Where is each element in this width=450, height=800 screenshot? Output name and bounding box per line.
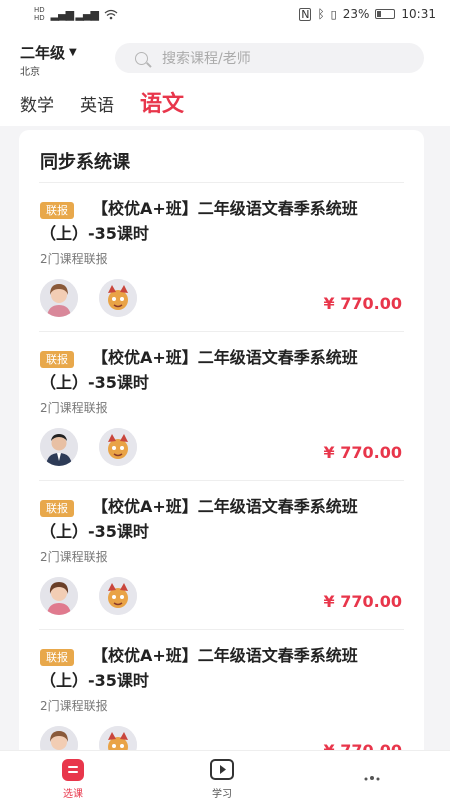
city-label: 北京 <box>20 67 40 78</box>
vibrate-icon: ▯ <box>330 7 337 21</box>
course-item[interactable]: 【校优A+班】二年级语文春季系统班（上）-35课时 联报 2门课程联报 ¥ 77… <box>19 182 424 331</box>
course-title: 【校优A+班】二年级语文春季系统班（上）-35课时 <box>40 497 358 541</box>
tab-profile[interactable] <box>332 758 412 785</box>
battery-icon <box>375 9 396 19</box>
bottom-tab-bar: 选课 学习 <box>0 750 450 800</box>
battery-percent: 23% <box>342 7 370 21</box>
status-right: N ᛒ ▯ 23% 10:31 <box>299 7 436 21</box>
caret-down-icon: ▼ <box>69 47 77 58</box>
status-bar: HD HD ▂▄▆ ▂▄▆ N ᛒ ▯ 23% 10:31 <box>0 0 450 28</box>
course-item[interactable]: 【校优A+班】二年级语文春季系统班（上）-35课时 联报 2门课程联报 ¥ 77… <box>19 331 424 480</box>
course-price: ¥ 770.00 <box>323 294 402 313</box>
sim2-label: HD <box>34 14 45 22</box>
course-badge: 联报 <box>40 202 74 219</box>
course-badge: 联报 <box>40 649 74 666</box>
sim-indicator: HD HD <box>34 6 45 22</box>
sim1-label: HD <box>34 6 45 14</box>
course-price: ¥ 770.00 <box>323 443 402 462</box>
tab-label: 选课 <box>63 789 83 800</box>
course-item[interactable]: 【校优A+班】二年级语文春季系统班（上）-35课时 联报 2门课程联报 ¥ 77… <box>19 629 424 770</box>
tutor-avatar <box>99 428 137 466</box>
tutor-avatar <box>99 577 137 615</box>
course-badge: 联报 <box>40 500 74 517</box>
status-left: HD HD ▂▄▆ ▂▄▆ <box>34 6 118 22</box>
grade-label: 二年级 <box>20 44 66 62</box>
top-bar: 二年级 ▼ 北京 搜索课程/老师 <box>0 28 450 88</box>
nfc-icon: N <box>299 7 312 21</box>
course-select-icon <box>62 759 84 781</box>
search-input[interactable]: 搜索课程/老师 <box>115 43 424 73</box>
section-title: 同步系统课 <box>40 152 130 173</box>
course-section-card: 同步系统课 【校优A+班】二年级语文春季系统班（上）-35课时 联报 2门课程联… <box>19 130 424 770</box>
battery-fill <box>377 11 382 17</box>
course-title: 【校优A+班】二年级语文春季系统班（上）-35课时 <box>40 199 358 243</box>
teacher-avatar <box>40 428 78 466</box>
course-subtitle: 2门课程联报 <box>40 550 108 564</box>
course-price: ¥ 770.00 <box>323 592 402 611</box>
tab-math[interactable]: 数学 <box>20 91 54 126</box>
teacher-avatar <box>40 279 78 317</box>
course-title: 【校优A+班】二年级语文春季系统班（上）-35课时 <box>40 348 358 392</box>
tab-course-select[interactable]: 选课 <box>33 758 113 800</box>
clock: 10:31 <box>401 7 436 21</box>
tab-chinese[interactable]: 语文 <box>140 86 184 126</box>
course-subtitle: 2门课程联报 <box>40 401 108 415</box>
bluetooth-icon: ᛒ <box>317 7 325 21</box>
course-subtitle: 2门课程联报 <box>40 252 108 266</box>
course-title: 【校优A+班】二年级语文春季系统班（上）-35课时 <box>40 646 358 690</box>
tutor-avatar <box>99 279 137 317</box>
tab-english[interactable]: 英语 <box>80 91 114 126</box>
play-video-icon <box>210 759 234 780</box>
course-item[interactable]: 【校优A+班】二年级语文春季系统班（上）-35课时 联报 2门课程联报 ¥ 77… <box>19 480 424 629</box>
search-placeholder: 搜索课程/老师 <box>162 51 251 67</box>
tab-label: 学习 <box>212 789 232 800</box>
subject-tabs: 数学 英语 语文 <box>0 88 450 126</box>
wifi-icon <box>104 9 118 19</box>
teacher-avatar <box>40 577 78 615</box>
grade-selector[interactable]: 二年级 ▼ <box>20 42 77 63</box>
profile-icon <box>364 776 380 781</box>
tab-study[interactable]: 学习 <box>182 758 262 800</box>
signal-icon: ▂▄▆ ▂▄▆ <box>50 7 99 21</box>
course-badge: 联报 <box>40 351 74 368</box>
course-subtitle: 2门课程联报 <box>40 699 108 713</box>
search-icon <box>135 51 148 65</box>
